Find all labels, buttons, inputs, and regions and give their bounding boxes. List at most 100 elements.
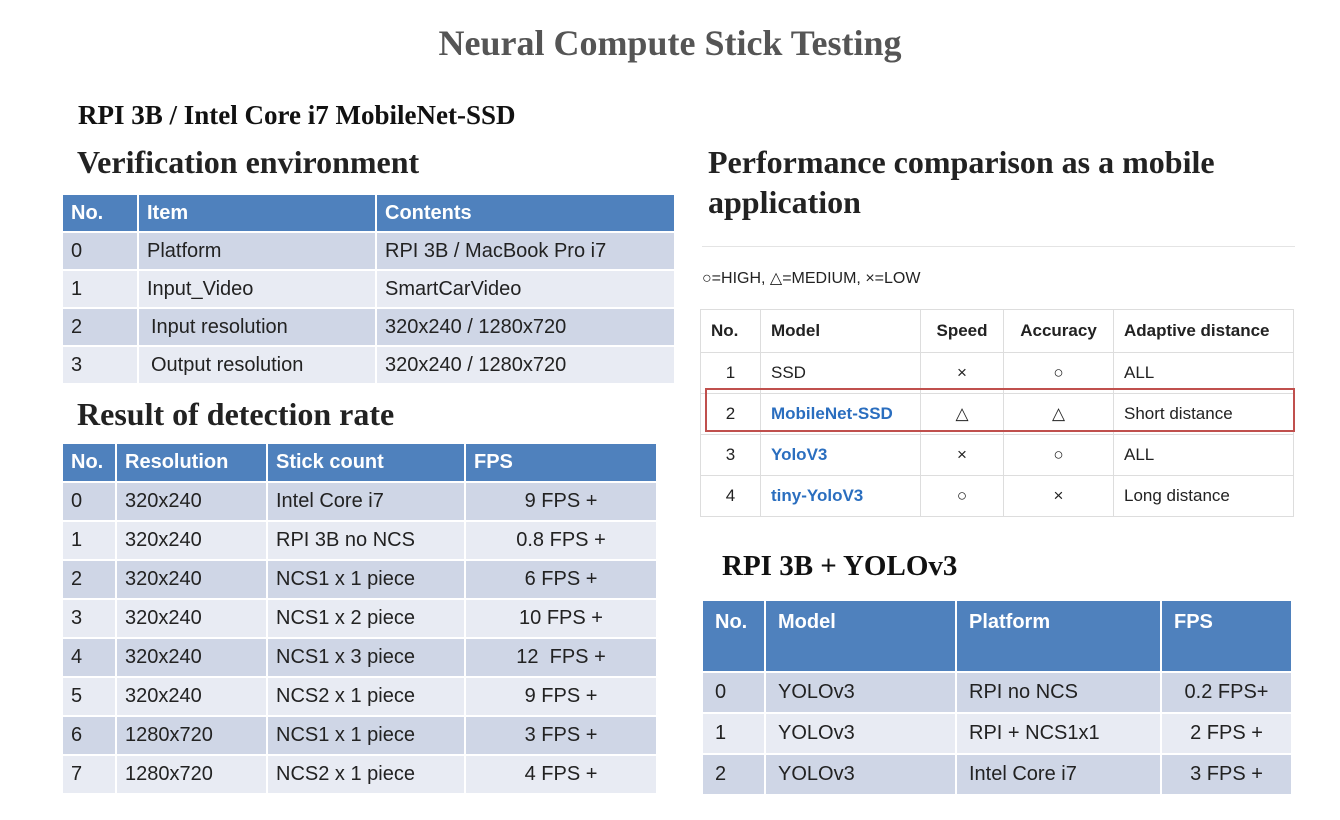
table-cell: 1 [63, 522, 117, 561]
performance-heading: Performance comparison as a mobile appli… [708, 144, 1215, 220]
table-row: 3 YoloV3 × ○ ALL [701, 435, 1294, 476]
table-cell: Input resolution [139, 309, 377, 347]
page-title: Neural Compute Stick Testing [438, 23, 902, 63]
performance-header-cell: Adaptive distance [1114, 310, 1294, 353]
table-row: 4 tiny-YoloV3 ○ × Long distance [701, 476, 1294, 517]
table-cell: 320x240 / 1280x720 [377, 347, 676, 385]
table-row: 3 320x240 NCS1 x 2 piece 10 FPS + [63, 600, 658, 639]
table-row: 1 YOLOv3 RPI + NCS1x1 2 FPS + [703, 714, 1293, 755]
table-row: 2 320x240 NCS1 x 1 piece 6 FPS + [63, 561, 658, 600]
yolo-heading: RPI 3B + YOLOv3 [722, 550, 958, 582]
environment-heading: Verification environment [77, 144, 420, 180]
environment-header-cell: Contents [377, 195, 676, 233]
table-cell: RPI 3B / MacBook Pro i7 [377, 233, 676, 271]
model-link[interactable]: tiny-YoloV3 [761, 476, 921, 517]
table-cell: Platform [139, 233, 377, 271]
table-cell: 320x240 [117, 678, 268, 717]
table-cell: 10 FPS + [466, 600, 658, 639]
table-cell: SSD [761, 353, 921, 394]
table-row: 6 1280x720 NCS1 x 1 piece 3 FPS + [63, 717, 658, 756]
table-cell: 3 [63, 347, 139, 385]
table-cell: YOLOv3 [766, 673, 957, 714]
table-row: 4 320x240 NCS1 x 3 piece 12 FPS + [63, 639, 658, 678]
table-row: 1 Input_Video SmartCarVideo [63, 271, 676, 309]
table-cell: NCS1 x 1 piece [268, 717, 466, 756]
table-cell: 3 [701, 435, 761, 476]
rating-low-icon: × [921, 435, 1004, 476]
table-cell: 4 FPS + [466, 756, 658, 795]
table-cell: 2 [701, 394, 761, 435]
table-cell: 12 FPS + [466, 639, 658, 678]
rating-medium-icon: △ [1004, 394, 1114, 435]
table-cell: 320x240 [117, 600, 268, 639]
detection-header-cell: Resolution [117, 444, 268, 483]
table-cell: NCS1 x 1 piece [268, 561, 466, 600]
yolo-header-cell: FPS [1162, 601, 1293, 673]
table-cell: 0 [63, 233, 139, 271]
table-cell: 6 [63, 717, 117, 756]
table-cell: Intel Core i7 [957, 755, 1162, 796]
table-cell: 4 [701, 476, 761, 517]
table-row: 5 320x240 NCS2 x 1 piece 9 FPS + [63, 678, 658, 717]
table-cell: 2 [63, 561, 117, 600]
table-row: 0 Platform RPI 3B / MacBook Pro i7 [63, 233, 676, 271]
table-row: 0 320x240 Intel Core i7 9 FPS + [63, 483, 658, 522]
table-cell: ALL [1114, 353, 1294, 394]
table-cell: RPI 3B no NCS [268, 522, 466, 561]
table-row: 3 Output resolution 320x240 / 1280x720 [63, 347, 676, 385]
table-cell: Long distance [1114, 476, 1294, 517]
table-row: 7 1280x720 NCS2 x 1 piece 4 FPS + [63, 756, 658, 795]
table-cell: RPI no NCS [957, 673, 1162, 714]
table-row: 2 YOLOv3 Intel Core i7 3 FPS + [703, 755, 1293, 796]
yolo-header-cell: Model [766, 601, 957, 673]
section-divider [702, 246, 1295, 247]
performance-header-row: No. Model Speed Accuracy Adaptive distan… [701, 310, 1294, 353]
table-cell: Intel Core i7 [268, 483, 466, 522]
table-cell: YOLOv3 [766, 755, 957, 796]
table-cell: NCS2 x 1 piece [268, 756, 466, 795]
table-row: 2 Input resolution 320x240 / 1280x720 [63, 309, 676, 347]
table-cell: 0 [63, 483, 117, 522]
table-row: 2 MobileNet-SSD △ △ Short distance [701, 394, 1294, 435]
detection-table: No. Resolution Stick count FPS 0 320x240… [63, 444, 658, 795]
table-cell: 7 [63, 756, 117, 795]
table-cell: 2 [63, 309, 139, 347]
table-cell: 3 FPS + [1162, 755, 1293, 796]
detection-heading: Result of detection rate [77, 396, 395, 432]
performance-table: No. Model Speed Accuracy Adaptive distan… [700, 309, 1294, 517]
table-cell: 320x240 [117, 561, 268, 600]
table-cell: 5 [63, 678, 117, 717]
table-cell: Output resolution [139, 347, 377, 385]
table-cell: 1280x720 [117, 756, 268, 795]
table-cell: 2 FPS + [1162, 714, 1293, 755]
rating-high-icon: ○ [1004, 435, 1114, 476]
model-link[interactable]: MobileNet-SSD [761, 394, 921, 435]
table-cell: 320x240 [117, 483, 268, 522]
table-cell: Input_Video [139, 271, 377, 309]
table-cell: RPI + NCS1x1 [957, 714, 1162, 755]
performance-header-cell: No. [701, 310, 761, 353]
performance-header-cell: Accuracy [1004, 310, 1114, 353]
page-subtitle: RPI 3B / Intel Core i7 MobileNet-SSD [78, 100, 516, 130]
rating-high-icon: ○ [1004, 353, 1114, 394]
model-link[interactable]: YoloV3 [761, 435, 921, 476]
table-cell: 0.2 FPS+ [1162, 673, 1293, 714]
table-cell: NCS1 x 2 piece [268, 600, 466, 639]
table-cell: 9 FPS + [466, 678, 658, 717]
table-cell: 3 [63, 600, 117, 639]
table-cell: ALL [1114, 435, 1294, 476]
table-row: 1 320x240 RPI 3B no NCS 0.8 FPS + [63, 522, 658, 561]
table-cell: SmartCarVideo [377, 271, 676, 309]
table-cell: 320x240 [117, 639, 268, 678]
yolo-header-cell: No. [703, 601, 766, 673]
table-cell: 1 [701, 353, 761, 394]
performance-legend: ○=HIGH, △=MEDIUM, ×=LOW [702, 270, 921, 287]
table-cell: 6 FPS + [466, 561, 658, 600]
environment-header-cell: Item [139, 195, 377, 233]
table-cell: 320x240 [117, 522, 268, 561]
table-cell: YOLOv3 [766, 714, 957, 755]
yolo-table: No. Model Platform FPS 0 YOLOv3 RPI no N… [703, 601, 1293, 796]
yolo-header-row: No. Model Platform FPS [703, 601, 1293, 673]
rating-low-icon: × [921, 353, 1004, 394]
table-cell: 0.8 FPS + [466, 522, 658, 561]
